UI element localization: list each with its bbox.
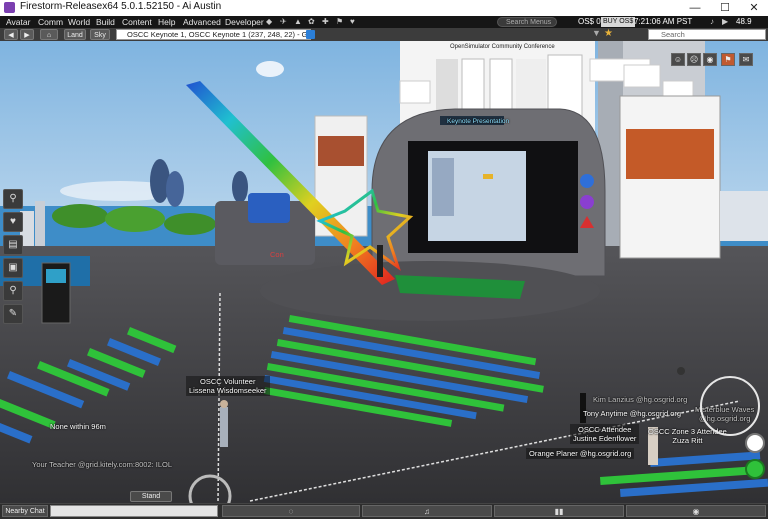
menu-world[interactable]: World <box>68 16 90 28</box>
clock-display: 7:21:06 AM PST <box>634 17 693 26</box>
attendee-name: Justine Edenflower <box>573 434 637 443</box>
kim-tag: Kim Lanzius @hg.osgrid.org <box>593 395 688 404</box>
info-icon[interactable] <box>580 174 594 188</box>
chat-bubble-button[interactable]: ◌ <box>222 505 360 517</box>
left-toolbar: ⚲ ♥ ▤ ▣ ⚲ ✎ <box>3 189 23 327</box>
people-icon[interactable]: ☺ <box>671 53 685 66</box>
build-icon[interactable]: ▲ <box>294 17 302 27</box>
profile-icon[interactable]: ☹ <box>687 53 701 66</box>
navigation-bar: ◀ ▶ ⌂ Land Sky OSCC Keynote 1, OSCC Keyn… <box>0 28 768 41</box>
kiosk-screen <box>248 193 290 223</box>
search-icon[interactable]: ⚲ <box>3 281 23 301</box>
volume-icon[interactable]: ♪ <box>710 17 714 27</box>
menu-bar: Avatar Comm World Build Content Help Adv… <box>0 16 768 28</box>
fly-icon[interactable]: ✈ <box>280 17 287 27</box>
stand-button[interactable]: Stand <box>130 491 172 502</box>
scripts-icon[interactable]: ✿ <box>308 17 315 27</box>
voice-button[interactable]: ♫ <box>362 505 492 517</box>
menu-advanced[interactable]: Advanced <box>183 16 221 28</box>
land-button[interactable]: Land <box>64 29 86 40</box>
help-icon[interactable] <box>580 195 594 209</box>
pathfinding-icon[interactable]: ⚑ <box>336 17 343 27</box>
appearance-icon[interactable]: ♥ <box>3 212 23 232</box>
menu-developer[interactable]: Developer <box>225 16 264 28</box>
view-button[interactable]: ◉ <box>626 505 766 517</box>
teacher-tag: Your Teacher @grid.kitely.com:8002: ILOL <box>32 460 173 469</box>
firestorm-app-icon <box>4 2 15 13</box>
menu-search-label: Search Menus <box>506 19 552 26</box>
nearby-chat-button[interactable]: Nearby Chat <box>2 505 48 517</box>
slide-panel <box>432 158 454 216</box>
bottom-toolbar: Nearby Chat ◌ ♫ ▮▮ ◉ <box>0 503 768 519</box>
parcel-info-icon[interactable] <box>306 30 315 39</box>
volunteer-role: OSCC Volunteer <box>200 377 256 386</box>
report-icon[interactable]: ⚑ <box>721 53 735 66</box>
back-button[interactable]: ◀ <box>4 29 18 40</box>
title-bar: Firestorm-Releasex64 5.0.1.52150 - Ai Au… <box>0 0 768 17</box>
microphone-icon: ♫ <box>424 507 430 516</box>
eye-icon: ◉ <box>692 507 700 516</box>
landmark-icon[interactable]: ▼ <box>592 28 601 38</box>
menu-help[interactable]: Help <box>158 16 175 28</box>
fps-display: 48.9 <box>736 17 752 26</box>
maximize-button[interactable]: ☐ <box>711 0 739 16</box>
build-tool-icon[interactable]: ✎ <box>3 304 23 324</box>
chart-icon: ▮▮ <box>554 507 564 516</box>
speech-bubble-icon: ◌ <box>288 507 294 516</box>
search-placeholder: Search <box>661 30 685 39</box>
slide-block <box>483 174 493 179</box>
cloud <box>256 61 284 77</box>
sponsor-sign <box>623 64 661 88</box>
attendee-tag: OSCC Attendee Justine Edenflower <box>570 424 640 444</box>
minimize-button[interactable]: — <box>681 0 709 16</box>
voice-icon[interactable]: ◆ <box>266 17 272 27</box>
close-button[interactable]: ✕ <box>740 0 768 16</box>
chiclet-list-icon[interactable] <box>745 433 765 453</box>
nearby-label: None within 96m <box>50 422 106 431</box>
sponsor-sign <box>399 80 431 104</box>
attendee-role: OSCC Attendee <box>578 425 632 434</box>
push-icon[interactable]: ✚ <box>322 17 329 27</box>
damage-icon[interactable]: ♥ <box>350 17 355 27</box>
podium-logo-text: Con <box>270 250 284 259</box>
home-button[interactable]: ⌂ <box>40 29 58 40</box>
menu-search-input[interactable]: Search Menus <box>497 17 557 27</box>
search-input[interactable]: Search <box>648 29 766 40</box>
window-title: Firestorm-Releasex64 5.0.1.52150 - Ai Au… <box>20 1 222 12</box>
poster-image <box>626 129 714 179</box>
zone-name: Zuza Ritt <box>672 436 703 445</box>
tony-tag: Tony Anytime @hg.osgrid.org <box>583 409 682 418</box>
ring-icon <box>700 376 760 436</box>
chat-input[interactable] <box>50 505 218 517</box>
volunteer-name: Lissena Wisdomseeker <box>189 386 267 395</box>
orange-tag: Orange Planer @hg.osgrid.org <box>526 448 635 459</box>
kiosk-display <box>46 269 66 283</box>
map-pin-icon[interactable]: ⚲ <box>3 189 23 209</box>
notification-icon[interactable]: ✉ <box>739 53 753 66</box>
move-button[interactable]: ▮▮ <box>494 505 624 517</box>
location-input[interactable]: OSCC Keynote 1, OSCC Keynote 1 (237, 248… <box>116 29 311 40</box>
3d-viewport[interactable]: Keynote Presentation OpenSimulator Commu… <box>0 41 768 503</box>
snapshot-icon[interactable]: ▣ <box>3 258 23 278</box>
location-text: OSCC Keynote 1, OSCC Keynote 1 (237, 248… <box>127 30 311 39</box>
media-icon[interactable]: ▶ <box>722 17 728 27</box>
menu-build[interactable]: Build <box>96 16 115 28</box>
menu-avatar[interactable]: Avatar <box>6 16 30 28</box>
camera-icon[interactable]: ◉ <box>703 53 717 66</box>
menu-content[interactable]: Content <box>122 16 152 28</box>
poster-image <box>318 136 364 166</box>
forward-button[interactable]: ▶ <box>20 29 34 40</box>
menu-comm[interactable]: Comm <box>38 16 63 28</box>
stage-sign-label: Keynote Presentation <box>447 118 510 125</box>
favorite-star-icon[interactable]: ★ <box>604 28 613 39</box>
buy-currency-button[interactable]: BUY OS$ <box>601 17 636 27</box>
volunteer-tag: OSCC Volunteer Lissena Wisdomseeker <box>186 376 270 396</box>
inventory-icon[interactable]: ▤ <box>3 235 23 255</box>
sky-button[interactable]: Sky <box>90 29 110 40</box>
currency-balance: OS$ 0 <box>578 17 601 26</box>
power-icon[interactable] <box>745 459 765 479</box>
banner-brand-text: OpenSimulator Community Conference <box>450 44 555 50</box>
building-right <box>720 191 768 241</box>
